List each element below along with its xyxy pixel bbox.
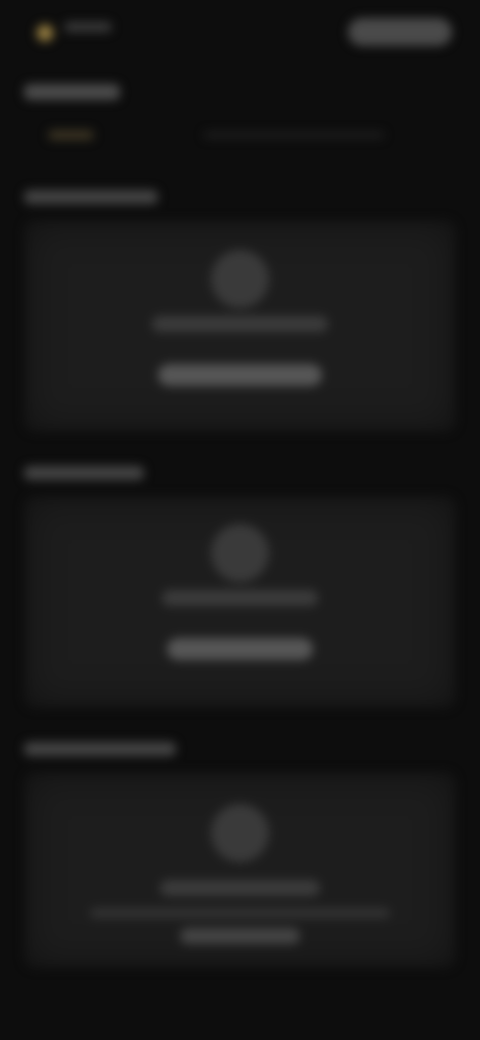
card-empty-icon: [211, 524, 269, 582]
card-description-3: [90, 908, 390, 918]
card-button-1[interactable]: [158, 364, 322, 386]
section-card-1: [24, 220, 456, 432]
header-action-button[interactable]: [348, 18, 452, 46]
section-card-2: [24, 496, 456, 708]
subnav-item-second[interactable]: [204, 132, 384, 138]
blurred-page: [0, 0, 480, 1040]
card-heading-1: [152, 316, 328, 332]
brand-logo-icon: [36, 24, 54, 42]
card-heading-3: [160, 880, 320, 896]
subnav-item-first[interactable]: [48, 130, 94, 140]
card-empty-icon: [211, 250, 269, 308]
section-card-3: [24, 772, 456, 968]
card-empty-icon: [211, 804, 269, 862]
card-heading-2: [162, 590, 318, 606]
section-title-1: [24, 190, 158, 204]
top-header: [0, 0, 480, 64]
section-title-2: [24, 466, 144, 480]
page-title: [24, 84, 120, 100]
card-button-2[interactable]: [167, 638, 313, 660]
brand-logo[interactable]: [28, 16, 62, 42]
subnav: [24, 124, 464, 146]
brand-name: [64, 22, 112, 32]
card-button-3[interactable]: [180, 928, 300, 944]
section-title-3: [24, 742, 176, 756]
